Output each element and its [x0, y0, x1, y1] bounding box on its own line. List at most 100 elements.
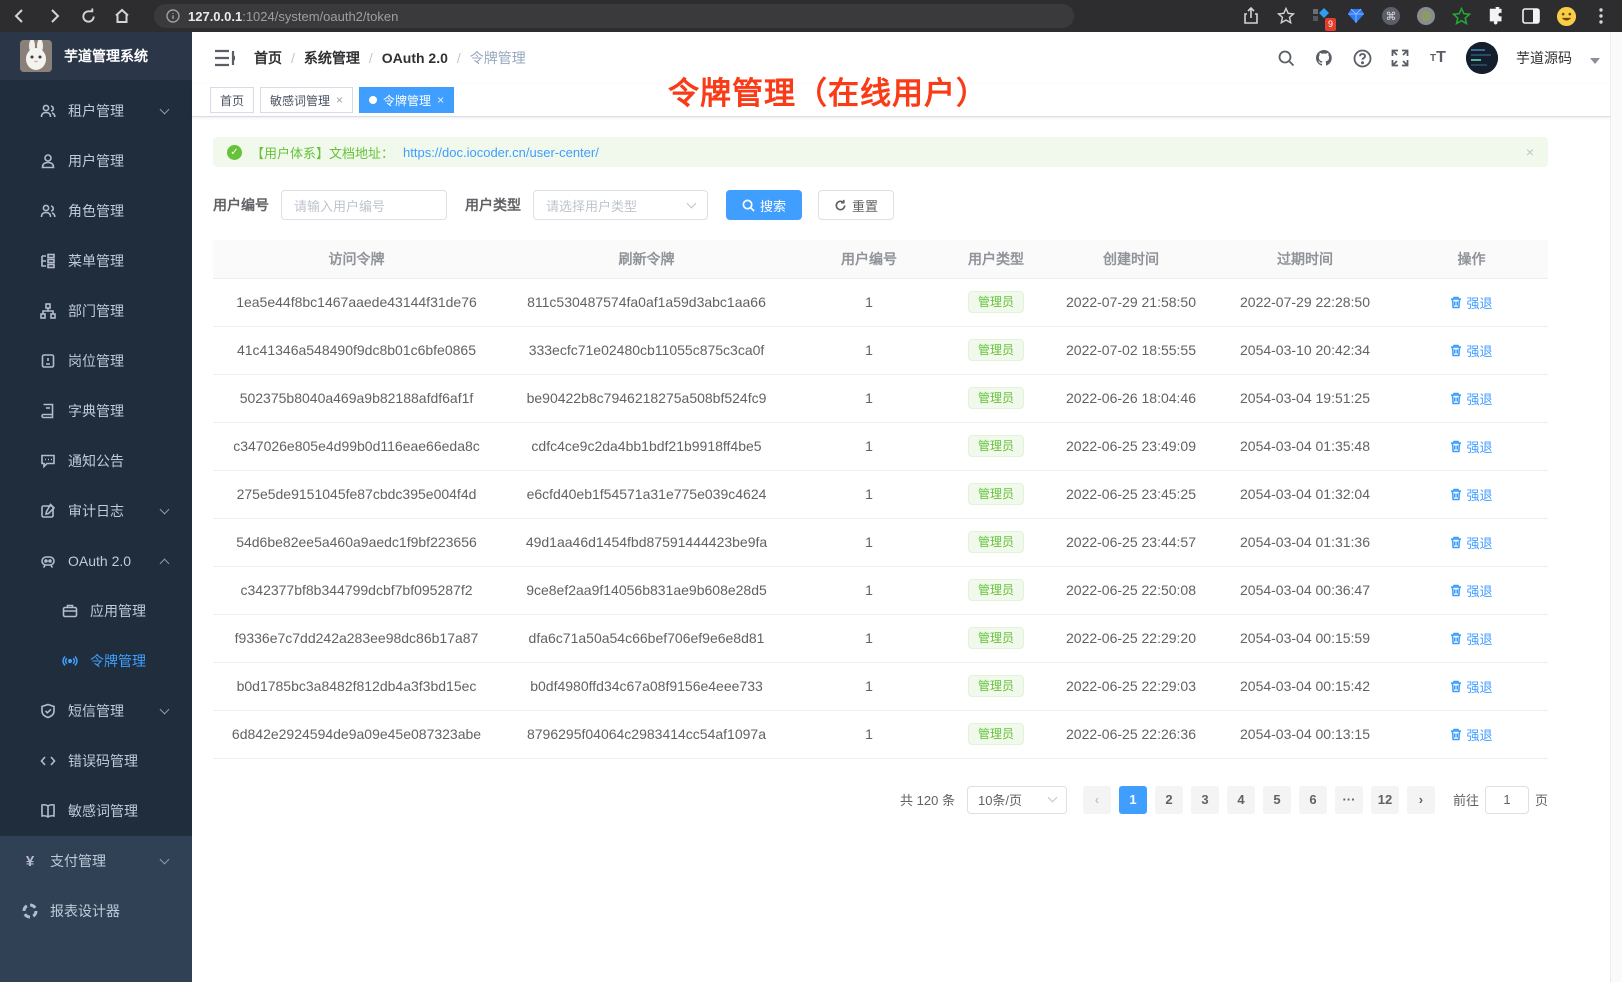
page-size-select[interactable]: 10条/页	[967, 786, 1067, 814]
next-page-button[interactable]: ›	[1407, 786, 1435, 814]
user-id-input[interactable]: 请输入用户编号	[281, 190, 447, 220]
force-logout-button[interactable]: 强退	[1450, 725, 1492, 744]
user-avatar[interactable]	[1466, 42, 1498, 74]
sidebar-item-report-designer[interactable]: 报表设计器	[0, 886, 192, 936]
user-type-tag: 管理员	[968, 627, 1024, 649]
github-icon[interactable]	[1314, 48, 1334, 68]
sidebar-item-menu[interactable]: 菜单管理	[0, 236, 192, 286]
system-submenu: 租户管理 用户管理 角色管理 菜单管理 部门管理 岗位管理 字典管理 通知公告	[0, 80, 192, 836]
chevron-down-icon	[160, 855, 170, 865]
goto-page-input[interactable]	[1485, 786, 1529, 814]
force-logout-button[interactable]: 强退	[1450, 581, 1492, 600]
sidebar-item-role[interactable]: 角色管理	[0, 186, 192, 236]
sidebar-item-user[interactable]: 用户管理	[0, 136, 192, 186]
page-number-button[interactable]: 5	[1263, 786, 1291, 814]
force-logout-button[interactable]: 强退	[1450, 389, 1492, 408]
sidebar-item-tenant[interactable]: 租户管理	[0, 86, 192, 136]
share-icon[interactable]	[1240, 5, 1262, 27]
sidebar-item-audit-log[interactable]: 审计日志	[0, 486, 192, 536]
fullscreen-icon[interactable]	[1390, 48, 1410, 68]
page-number-button[interactable]: 3	[1191, 786, 1219, 814]
sidebar-item-dept[interactable]: 部门管理	[0, 286, 192, 336]
page-scrollbar[interactable]	[1610, 32, 1622, 982]
close-icon[interactable]: ×	[437, 93, 444, 107]
extension-pixel-grid-icon[interactable]: 9	[1310, 5, 1332, 27]
sidebar-item-oauth[interactable]: OAuth 2.0	[0, 536, 192, 586]
address-bar[interactable]: 127.0.0.1:1024/system/oauth2/token	[154, 4, 1074, 28]
chrome-menu-icon[interactable]	[1590, 5, 1612, 27]
app-logo	[20, 40, 52, 72]
extension-dot-circle-icon[interactable]	[1415, 5, 1437, 27]
chevron-down-icon	[160, 705, 170, 715]
cell-user-id: 1	[793, 374, 945, 422]
force-logout-button[interactable]: 强退	[1450, 629, 1492, 648]
close-icon[interactable]: ×	[336, 93, 343, 107]
sidebar-toggle-icon[interactable]	[1520, 5, 1542, 27]
prev-page-button[interactable]: ‹	[1083, 786, 1111, 814]
cell-expire-time: 2054-03-04 00:15:59	[1215, 614, 1395, 662]
broadcast-icon	[62, 653, 78, 669]
user-type-select[interactable]: 请选择用户类型	[533, 190, 708, 220]
force-logout-button[interactable]: 强退	[1450, 533, 1492, 552]
sidebar-item-dict[interactable]: 字典管理	[0, 386, 192, 436]
sidebar-item-oauth-app[interactable]: 应用管理	[0, 586, 192, 636]
sidebar-item-notice[interactable]: 通知公告	[0, 436, 192, 486]
back-icon[interactable]	[10, 6, 30, 26]
tab-home[interactable]: 首页	[210, 87, 254, 113]
menu-fold-icon[interactable]	[214, 48, 236, 68]
force-logout-button[interactable]: 强退	[1450, 677, 1492, 696]
sidebar-item-pay[interactable]: ¥ 支付管理	[0, 836, 192, 886]
reload-icon[interactable]	[78, 6, 98, 26]
breadcrumb-current: 令牌管理	[470, 48, 526, 68]
help-icon[interactable]	[1352, 48, 1372, 68]
sidebar-item-sms[interactable]: 短信管理	[0, 686, 192, 736]
sidebar-item-sensitive-word[interactable]: 敏感词管理	[0, 786, 192, 836]
force-logout-button[interactable]: 强退	[1450, 485, 1492, 504]
cell-user-id: 1	[793, 422, 945, 470]
tab-token[interactable]: 令牌管理×	[359, 87, 454, 113]
code-icon	[40, 753, 56, 769]
url-text: 127.0.0.1:1024/system/oauth2/token	[188, 8, 398, 24]
breadcrumb-system[interactable]: 系统管理	[304, 48, 360, 68]
breadcrumb-oauth[interactable]: OAuth 2.0	[382, 50, 448, 66]
extension-command-icon[interactable]: ⌘	[1380, 5, 1402, 27]
doc-link[interactable]: https://doc.iocoder.cn/user-center/	[403, 145, 599, 160]
emoji-avatar-icon[interactable]	[1555, 5, 1577, 27]
font-size-icon[interactable]: TT	[1428, 48, 1448, 68]
force-logout-button[interactable]: 强退	[1450, 293, 1492, 312]
app-logo-bar[interactable]: 芋道管理系统	[0, 32, 192, 80]
page-number-button[interactable]: 2	[1155, 786, 1183, 814]
segmented-circle-icon	[22, 903, 38, 919]
page-number-button[interactable]: ···	[1335, 786, 1363, 814]
page-number-button[interactable]: 4	[1227, 786, 1255, 814]
breadcrumb-home[interactable]: 首页	[254, 48, 282, 68]
force-logout-button[interactable]: 强退	[1450, 341, 1492, 360]
extension-gem-icon[interactable]	[1345, 5, 1367, 27]
sidebar-item-post[interactable]: 岗位管理	[0, 336, 192, 386]
user-type-tag: 管理员	[968, 291, 1024, 313]
cell-user-id: 1	[793, 518, 945, 566]
table-row: c342377bf8b344799dcbf7bf095287f2 9ce8ef2…	[213, 566, 1548, 614]
user-menu-caret-icon[interactable]	[1590, 58, 1600, 64]
page-number-button[interactable]: 6	[1299, 786, 1327, 814]
bookmark-star-icon[interactable]	[1275, 5, 1297, 27]
page-number-button[interactable]: 12	[1371, 786, 1399, 814]
page-number-button[interactable]: 1	[1119, 786, 1147, 814]
extension-green-star-icon[interactable]	[1450, 5, 1472, 27]
site-info-icon[interactable]	[166, 9, 180, 23]
search-icon[interactable]	[1276, 48, 1296, 68]
sidebar-item-oauth-token[interactable]: 令牌管理	[0, 636, 192, 686]
force-logout-button[interactable]: 强退	[1450, 437, 1492, 456]
reset-button[interactable]: 重置	[818, 190, 894, 220]
home-icon[interactable]	[112, 6, 132, 26]
forward-icon[interactable]	[44, 6, 64, 26]
tab-sensitive-word[interactable]: 敏感词管理×	[260, 87, 353, 113]
user-name[interactable]: 芋道源码	[1516, 48, 1572, 68]
org-chart-icon	[40, 303, 56, 319]
search-button[interactable]: 搜索	[726, 190, 802, 220]
column-header: 用户编号	[793, 240, 945, 278]
cell-user-type: 管理员	[945, 662, 1047, 710]
sidebar-item-error-code[interactable]: 错误码管理	[0, 736, 192, 786]
extension-puzzle-icon[interactable]	[1485, 5, 1507, 27]
alert-close-icon[interactable]: ×	[1526, 144, 1534, 160]
